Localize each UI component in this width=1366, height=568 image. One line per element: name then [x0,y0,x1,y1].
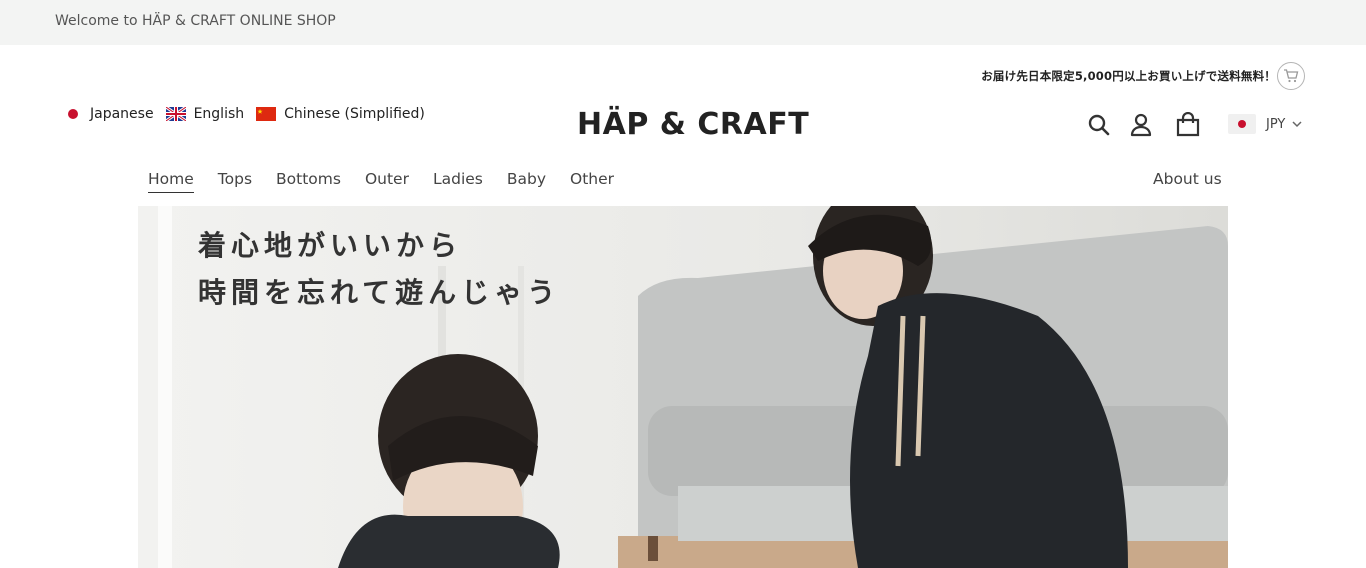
nav-item-outer[interactable]: Outer [365,170,409,193]
nav-item-tops[interactable]: Tops [218,170,252,193]
nav-item-bottoms[interactable]: Bottoms [276,170,341,193]
cart-icon[interactable] [1277,62,1305,90]
language-label: Japanese [90,106,154,122]
language-japanese[interactable]: Japanese [68,106,154,122]
hero-headline-line1: 着心地がいいから [198,229,463,262]
nav-item-home[interactable]: Home [148,170,194,193]
nav-item-baby[interactable]: Baby [507,170,546,193]
uk-flag-icon [165,107,186,121]
currency-selector[interactable]: JPY [1228,113,1303,135]
chevron-down-icon [1292,121,1302,128]
currency-label: JPY [1266,116,1286,132]
nav-item-other[interactable]: Other [570,170,614,193]
language-label: English [193,106,245,122]
nav-item-about[interactable]: About us [1153,170,1222,188]
bag-icon[interactable] [1175,112,1201,138]
site-logo[interactable]: HÄP & CRAFT [577,107,809,142]
language-switcher: Japanese English Chinese (Simplified) [68,106,437,122]
japan-flag-icon [1228,114,1256,134]
language-english[interactable]: English [165,106,245,122]
main-nav: Home Tops Bottoms Outer Ladies Baby Othe… [148,170,638,193]
account-icon[interactable] [1128,112,1154,138]
shipping-notice: お届け先日本限定5,000円以上お買い上げで送料無料！ [981,69,1276,83]
nav-item-ladies[interactable]: Ladies [433,170,483,193]
announcement-bar: Welcome to HÄP & CRAFT ONLINE SHOP [0,0,1366,45]
announcement-text: Welcome to HÄP & CRAFT ONLINE SHOP [55,13,336,29]
language-label: Chinese (Simplified) [284,106,425,122]
china-flag-icon [256,107,277,121]
language-chinese[interactable]: Chinese (Simplified) [256,106,425,122]
search-icon[interactable] [1086,112,1112,138]
hero-banner[interactable]: 着心地がいいから 時間を忘れて遊んじゃう [138,206,1228,568]
hero-headline-line2: 時間を忘れて遊んじゃう [198,276,561,309]
japan-flag-icon [68,109,78,119]
